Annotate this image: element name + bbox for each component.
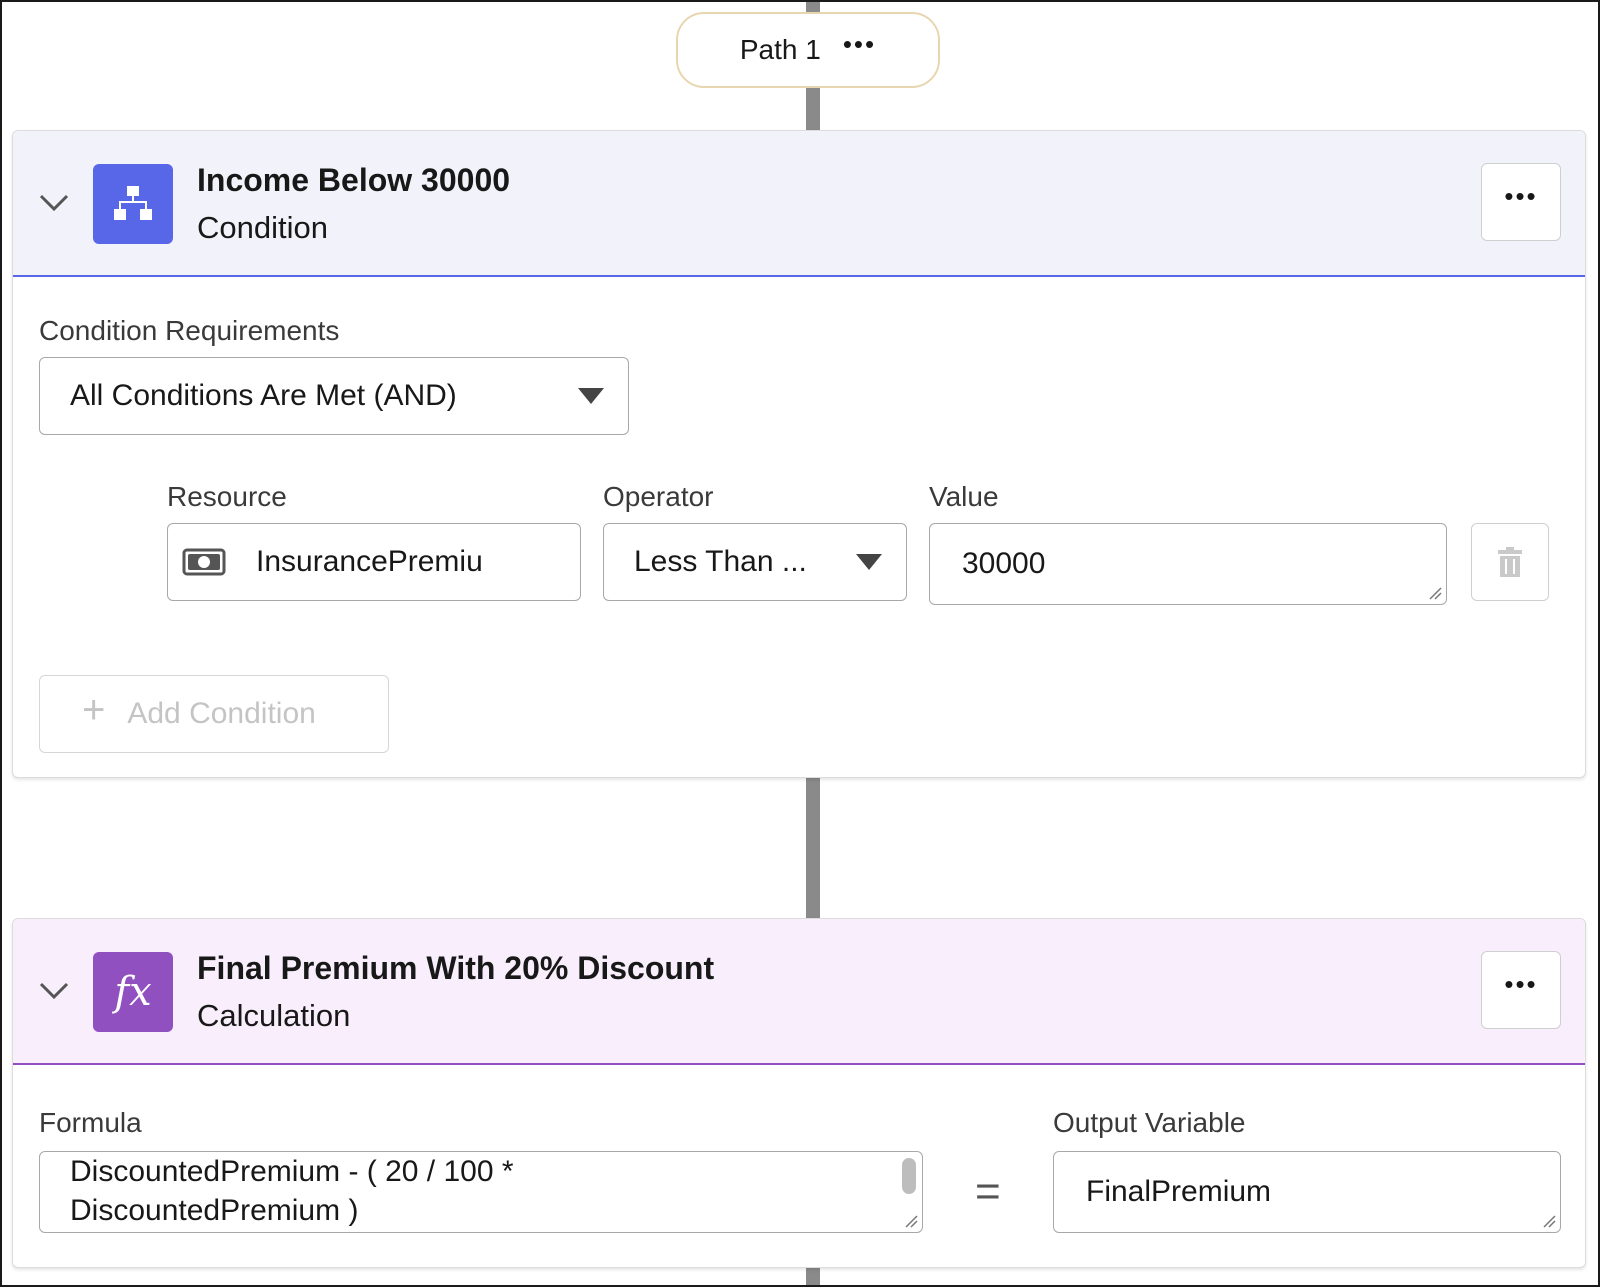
formula-label: Formula bbox=[39, 1107, 142, 1138]
formula-input[interactable]: DiscountedPremium - ( 20 / 100 * Discoun… bbox=[39, 1151, 923, 1233]
plus-icon: + bbox=[82, 687, 106, 732]
decision-tree-icon bbox=[93, 164, 173, 244]
trash-icon bbox=[1498, 547, 1522, 577]
equals-sign: = bbox=[975, 1167, 1001, 1216]
connector-middle bbox=[806, 778, 820, 920]
value-text: 30000 bbox=[962, 547, 1046, 580]
more-icon: ••• bbox=[1504, 180, 1538, 211]
condition-card-header: Income Below 30000 Condition ••• bbox=[13, 131, 1585, 277]
operator-label: Operator bbox=[603, 481, 714, 512]
fx-icon-text: fx bbox=[114, 969, 152, 1015]
connector-bottom bbox=[806, 1268, 820, 1287]
calculation-card-header: fx Final Premium With 20% Discount Calcu… bbox=[13, 919, 1585, 1065]
resource-input[interactable]: InsurancePremiu bbox=[167, 523, 581, 601]
output-variable-label: Output Variable bbox=[1053, 1107, 1246, 1138]
operator-value: Less Than ... bbox=[634, 545, 807, 578]
operator-select[interactable]: Less Than ... bbox=[603, 523, 907, 601]
chevron-down-icon[interactable] bbox=[39, 193, 69, 213]
resource-value: InsurancePremiu bbox=[256, 545, 483, 578]
condition-card: Income Below 30000 Condition ••• Conditi… bbox=[12, 130, 1586, 778]
add-condition-label: Add Condition bbox=[127, 697, 316, 730]
more-icon: ••• bbox=[1504, 968, 1538, 999]
formula-text: DiscountedPremium - ( 20 / 100 * Discoun… bbox=[70, 1155, 514, 1227]
caret-down-icon bbox=[578, 388, 604, 404]
resize-handle-icon[interactable] bbox=[1542, 1214, 1556, 1228]
condition-requirements-label: Condition Requirements bbox=[39, 315, 340, 346]
output-variable-value: FinalPremium bbox=[1086, 1175, 1272, 1208]
calculation-menu-button[interactable]: ••• bbox=[1481, 951, 1561, 1029]
condition-requirements-value: All Conditions Are Met (AND) bbox=[70, 379, 457, 412]
value-label: Value bbox=[929, 481, 999, 512]
caret-down-icon bbox=[856, 554, 882, 570]
calculation-title: Final Premium With 20% Discount bbox=[197, 950, 715, 986]
output-variable-input[interactable]: FinalPremium bbox=[1053, 1151, 1561, 1233]
resize-handle-icon[interactable] bbox=[1428, 586, 1442, 600]
calculation-card: fx Final Premium With 20% Discount Calcu… bbox=[12, 918, 1586, 1268]
add-condition-button[interactable]: + Add Condition bbox=[39, 675, 389, 753]
calculation-subtitle: Calculation bbox=[197, 998, 351, 1034]
delete-condition-button[interactable] bbox=[1471, 523, 1549, 601]
formula-scrollbar[interactable] bbox=[902, 1158, 916, 1194]
value-input[interactable]: 30000 bbox=[929, 523, 1447, 605]
resource-label: Resource bbox=[167, 481, 287, 512]
path-pill[interactable]: Path 1 ••• bbox=[676, 12, 940, 88]
fx-icon: fx bbox=[93, 952, 173, 1032]
path-menu-icon[interactable]: ••• bbox=[843, 31, 876, 57]
condition-title: Income Below 30000 bbox=[197, 162, 511, 198]
condition-menu-button[interactable]: ••• bbox=[1481, 163, 1561, 241]
money-icon bbox=[182, 548, 226, 576]
resize-handle-icon[interactable] bbox=[904, 1214, 918, 1228]
condition-subtitle: Condition bbox=[197, 210, 328, 246]
condition-requirements-select[interactable]: All Conditions Are Met (AND) bbox=[39, 357, 629, 435]
chevron-down-icon[interactable] bbox=[39, 981, 69, 1001]
path-label: Path 1 bbox=[739, 34, 821, 65]
